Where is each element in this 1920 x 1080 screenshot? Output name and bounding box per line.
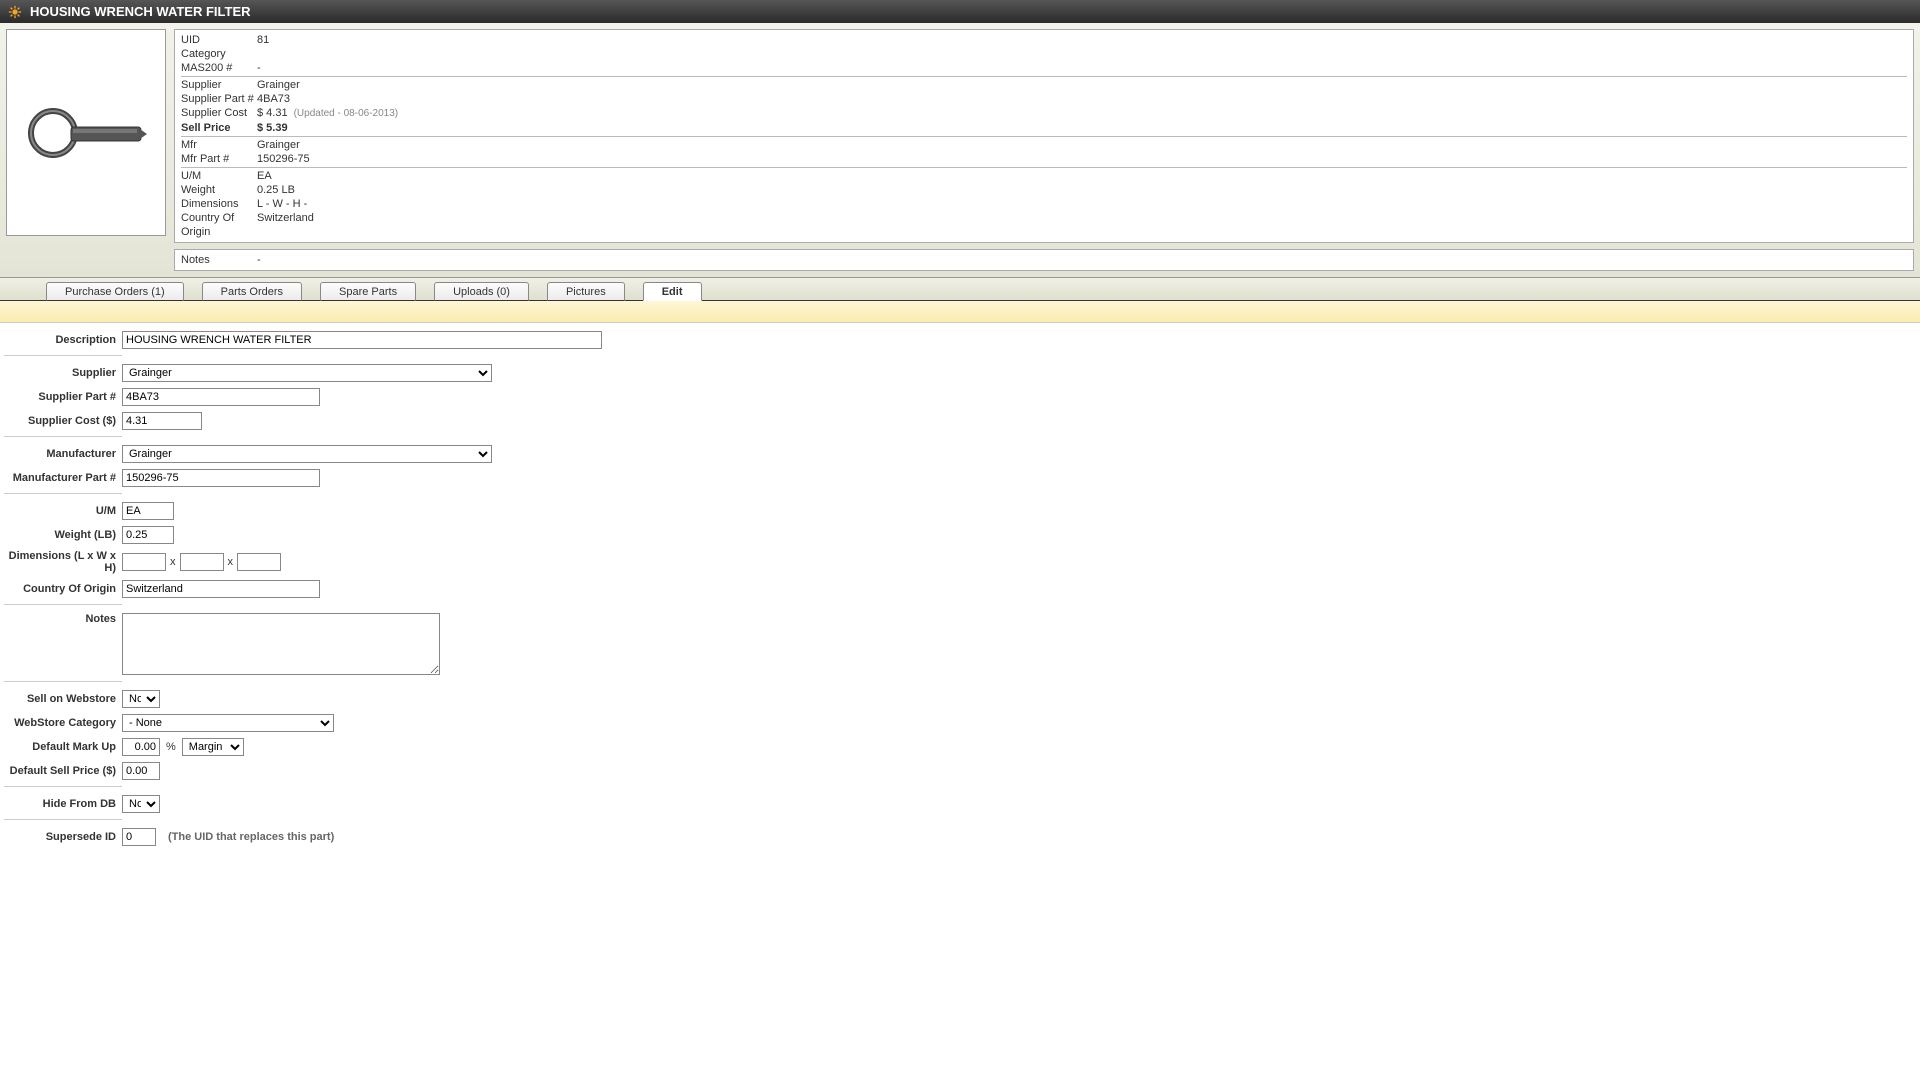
default-markup-input[interactable]	[122, 738, 160, 756]
label-dimensions: Dimensions (L x W x H)	[4, 550, 122, 574]
info-value-mfr: Grainger	[257, 138, 1907, 152]
tabs: Purchase Orders (1) Parts Orders Spare P…	[0, 278, 1920, 301]
supplier-cost-input[interactable]	[122, 412, 202, 430]
markup-type-select[interactable]: Margin	[182, 738, 244, 756]
info-value-supplier: Grainger	[257, 78, 1907, 92]
info-label-supplier-cost: Supplier Cost	[181, 106, 257, 121]
info-label-sell-price: Sell Price	[181, 121, 257, 135]
label-default-sell: Default Sell Price ($)	[4, 765, 122, 777]
info-value-category	[257, 47, 1907, 61]
label-um: U/M	[4, 505, 122, 517]
gear-icon	[8, 5, 22, 19]
info-label-notes: Notes	[181, 253, 257, 267]
info-value-uid: 81	[257, 33, 1907, 47]
manufacturer-select[interactable]: Grainger	[122, 445, 492, 463]
um-input[interactable]	[122, 502, 174, 520]
page-title: HOUSING WRENCH WATER FILTER	[30, 4, 251, 19]
dim-x1: x	[170, 556, 176, 568]
info-value-mas200: -	[257, 61, 1907, 75]
label-manufacturer-part: Manufacturer Part #	[4, 472, 122, 484]
label-coo: Country Of Origin	[4, 583, 122, 595]
info-label-uid: UID	[181, 33, 257, 47]
description-input[interactable]	[122, 331, 602, 349]
dim-h-input[interactable]	[237, 553, 281, 571]
label-hide-db: Hide From DB	[4, 798, 122, 810]
tab-parts-orders[interactable]: Parts Orders	[202, 282, 302, 301]
dim-l-input[interactable]	[122, 553, 166, 571]
label-supplier-part: Supplier Part #	[4, 391, 122, 403]
pct-label: %	[166, 741, 176, 753]
info-value-mfr-part: 150296-75	[257, 152, 1907, 166]
supplier-select[interactable]: Grainger	[122, 364, 492, 382]
supersede-hint: (The UID that replaces this part)	[168, 831, 334, 843]
manufacturer-part-input[interactable]	[122, 469, 320, 487]
info-block-main: UID81 Category MAS200 #- SupplierGrainge…	[174, 29, 1914, 243]
dim-x2: x	[228, 556, 234, 568]
coo-input[interactable]	[122, 580, 320, 598]
info-label-dimensions: Dimensions	[181, 197, 257, 211]
tab-pictures[interactable]: Pictures	[547, 282, 625, 301]
info-label-mfr: Mfr	[181, 138, 257, 152]
label-manufacturer: Manufacturer	[4, 448, 122, 460]
tab-purchase-orders[interactable]: Purchase Orders (1)	[46, 282, 184, 301]
label-supersede: Supersede ID	[4, 831, 122, 843]
tab-spare-parts[interactable]: Spare Parts	[320, 282, 416, 301]
label-description: Description	[4, 334, 122, 346]
weight-input[interactable]	[122, 526, 174, 544]
info-value-dimensions: L - W - H -	[257, 197, 1907, 211]
info-value-coo: Switzerland	[257, 211, 1907, 239]
info-label-mfr-part: Mfr Part #	[181, 152, 257, 166]
info-value-weight: 0.25 LB	[257, 183, 1907, 197]
default-sell-input[interactable]	[122, 762, 160, 780]
info-label-weight: Weight	[181, 183, 257, 197]
info-value-sell-price: $ 5.39	[257, 121, 1907, 135]
page-header: HOUSING WRENCH WATER FILTER	[0, 0, 1920, 23]
tab-uploads[interactable]: Uploads (0)	[434, 282, 529, 301]
label-weight: Weight (LB)	[4, 529, 122, 541]
ws-category-select[interactable]: - None	[122, 714, 334, 732]
notes-textarea[interactable]	[122, 613, 440, 675]
label-supplier: Supplier	[4, 367, 122, 379]
supersede-input[interactable]	[122, 828, 156, 846]
info-label-coo: Country Of Origin	[181, 211, 257, 239]
info-label-supplier: Supplier	[181, 78, 257, 92]
label-supplier-cost: Supplier Cost ($)	[4, 415, 122, 427]
info-label-mas200: MAS200 #	[181, 61, 257, 75]
info-value-um: EA	[257, 169, 1907, 183]
dim-w-input[interactable]	[180, 553, 224, 571]
label-default-markup: Default Mark Up	[4, 741, 122, 753]
info-value-notes: -	[257, 253, 1907, 267]
info-value-supplier-cost: $ 4.31(Updated - 08-06-2013)	[257, 106, 1907, 121]
edit-form: Description Supplier Grainger Supplier P…	[0, 323, 1920, 892]
label-ws-category: WebStore Category	[4, 717, 122, 729]
info-value-supplier-part: 4BA73	[257, 92, 1907, 106]
supplier-part-input[interactable]	[122, 388, 320, 406]
label-notes: Notes	[4, 613, 122, 625]
tab-edit[interactable]: Edit	[643, 282, 702, 301]
summary-section: UID81 Category MAS200 #- SupplierGrainge…	[0, 23, 1920, 278]
info-block-notes: Notes-	[174, 249, 1914, 271]
info-label-supplier-part: Supplier Part #	[181, 92, 257, 106]
info-label-category: Category	[181, 47, 257, 61]
hide-db-select[interactable]: No	[122, 795, 160, 813]
tab-strip	[0, 301, 1920, 323]
label-sell-webstore: Sell on Webstore	[4, 693, 122, 705]
product-image	[6, 29, 166, 236]
sell-webstore-select[interactable]: No	[122, 690, 160, 708]
info-label-um: U/M	[181, 169, 257, 183]
